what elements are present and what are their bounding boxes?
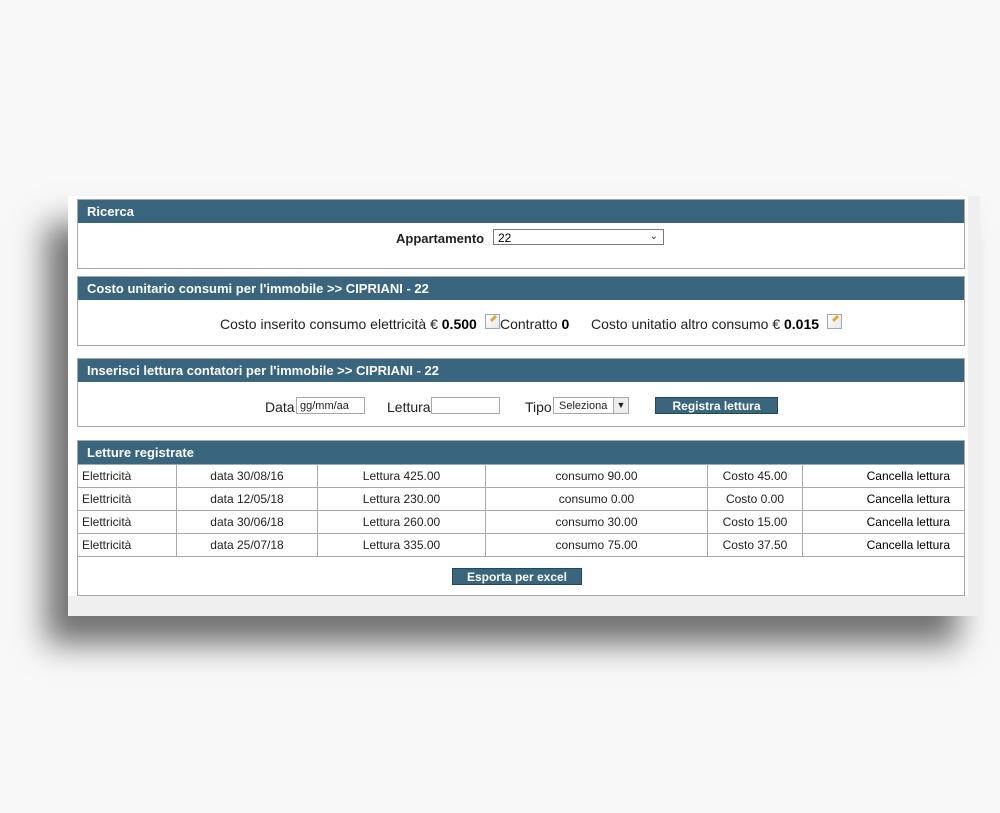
apartment-label: Appartamento (396, 231, 485, 246)
card-side-strip (968, 196, 980, 616)
card-footer-strip (68, 596, 980, 616)
type-select[interactable]: Seleziona ▼ (553, 397, 629, 414)
reading-type: Elettricità (78, 487, 177, 511)
date-input[interactable]: gg/mm/aa (296, 397, 365, 414)
edit-icon[interactable] (826, 314, 842, 329)
search-panel: Ricerca Appartamento 22 ⌄ (77, 199, 965, 269)
reading-cost: Costo 45.00 (707, 464, 803, 488)
reading-consumption: consumo 75.00 (485, 533, 708, 557)
insert-reading-panel-title: Inserisci lettura contatori per l'immobi… (78, 359, 964, 382)
chevron-down-icon: ▼ (613, 398, 628, 413)
chevron-down-icon: ⌄ (649, 231, 658, 242)
table-row: Elettricità data 25/07/18 Lettura 335.00… (78, 533, 964, 557)
insert-reading-panel: Inserisci lettura contatori per l'immobi… (77, 358, 965, 427)
apartment-select-value: 22 (498, 231, 512, 245)
search-panel-title: Ricerca (78, 200, 964, 223)
edit-icon[interactable] (484, 314, 500, 329)
reading-cost: Costo 37.50 (707, 533, 803, 557)
export-excel-button[interactable]: Esporta per excel (452, 568, 582, 585)
reading-value: Lettura 425.00 (317, 464, 486, 488)
table-row: Elettricità data 30/06/18 Lettura 260.00… (78, 510, 964, 534)
delete-reading-link[interactable]: Cancella lettura (802, 464, 964, 488)
reading-consumption: consumo 30.00 (485, 510, 708, 534)
reading-type: Elettricità (78, 464, 177, 488)
table-row: Elettricità data 30/08/16 Lettura 425.00… (78, 464, 964, 488)
unit-cost-panel: Costo unitario consumi per l'immobile >>… (77, 276, 965, 346)
reading-value: Lettura 335.00 (317, 533, 486, 557)
register-reading-button[interactable]: Registra lettura (655, 397, 778, 414)
reading-input[interactable] (431, 397, 500, 414)
other-cost-label: Costo unitatio altro consumo € (591, 316, 781, 332)
reading-value: Lettura 260.00 (317, 510, 486, 534)
reading-date: data 30/06/18 (176, 510, 318, 534)
type-label: Tipo (525, 399, 552, 415)
reading-consumption: consumo 90.00 (485, 464, 708, 488)
unit-cost-panel-title: Costo unitario consumi per l'immobile >>… (78, 277, 964, 300)
delete-reading-link[interactable]: Cancella lettura (802, 487, 964, 511)
reading-date: data 12/05/18 (176, 487, 318, 511)
reading-type: Elettricità (78, 510, 177, 534)
reading-cost: Costo 15.00 (707, 510, 803, 534)
contract: Contratto 0 (500, 316, 569, 332)
reading-date: data 25/07/18 (176, 533, 318, 557)
reading-date: data 30/08/16 (176, 464, 318, 488)
reading-value: Lettura 230.00 (317, 487, 486, 511)
apartment-select[interactable]: 22 ⌄ (493, 229, 664, 245)
electric-cost-value: 0.500 (441, 316, 477, 332)
reading-type: Elettricità (78, 533, 177, 557)
reading-label: Lettura (387, 399, 431, 415)
date-label: Data (265, 399, 295, 415)
other-cost: Costo unitatio altro consumo € 0.015 (591, 314, 842, 332)
table-row: Elettricità data 12/05/18 Lettura 230.00… (78, 487, 964, 511)
other-cost-value: 0.015 (784, 316, 820, 332)
readings-table: Elettricità data 30/08/16 Lettura 425.00… (78, 464, 964, 557)
reading-cost: Costo 0.00 (707, 487, 803, 511)
readings-panel-title: Letture registrate (78, 441, 964, 464)
contract-label: Contratto (500, 316, 558, 332)
electric-cost: Costo inserito consumo elettricità € 0.5… (220, 314, 500, 332)
delete-reading-link[interactable]: Cancella lettura (802, 510, 964, 534)
contract-value: 0 (561, 316, 570, 332)
electric-cost-label: Costo inserito consumo elettricità € (220, 316, 438, 332)
type-select-value: Seleziona (559, 400, 608, 412)
delete-reading-link[interactable]: Cancella lettura (802, 533, 964, 557)
readings-panel: Letture registrate Elettricità data 30/0… (77, 440, 965, 596)
reading-consumption: consumo 0.00 (485, 487, 708, 511)
